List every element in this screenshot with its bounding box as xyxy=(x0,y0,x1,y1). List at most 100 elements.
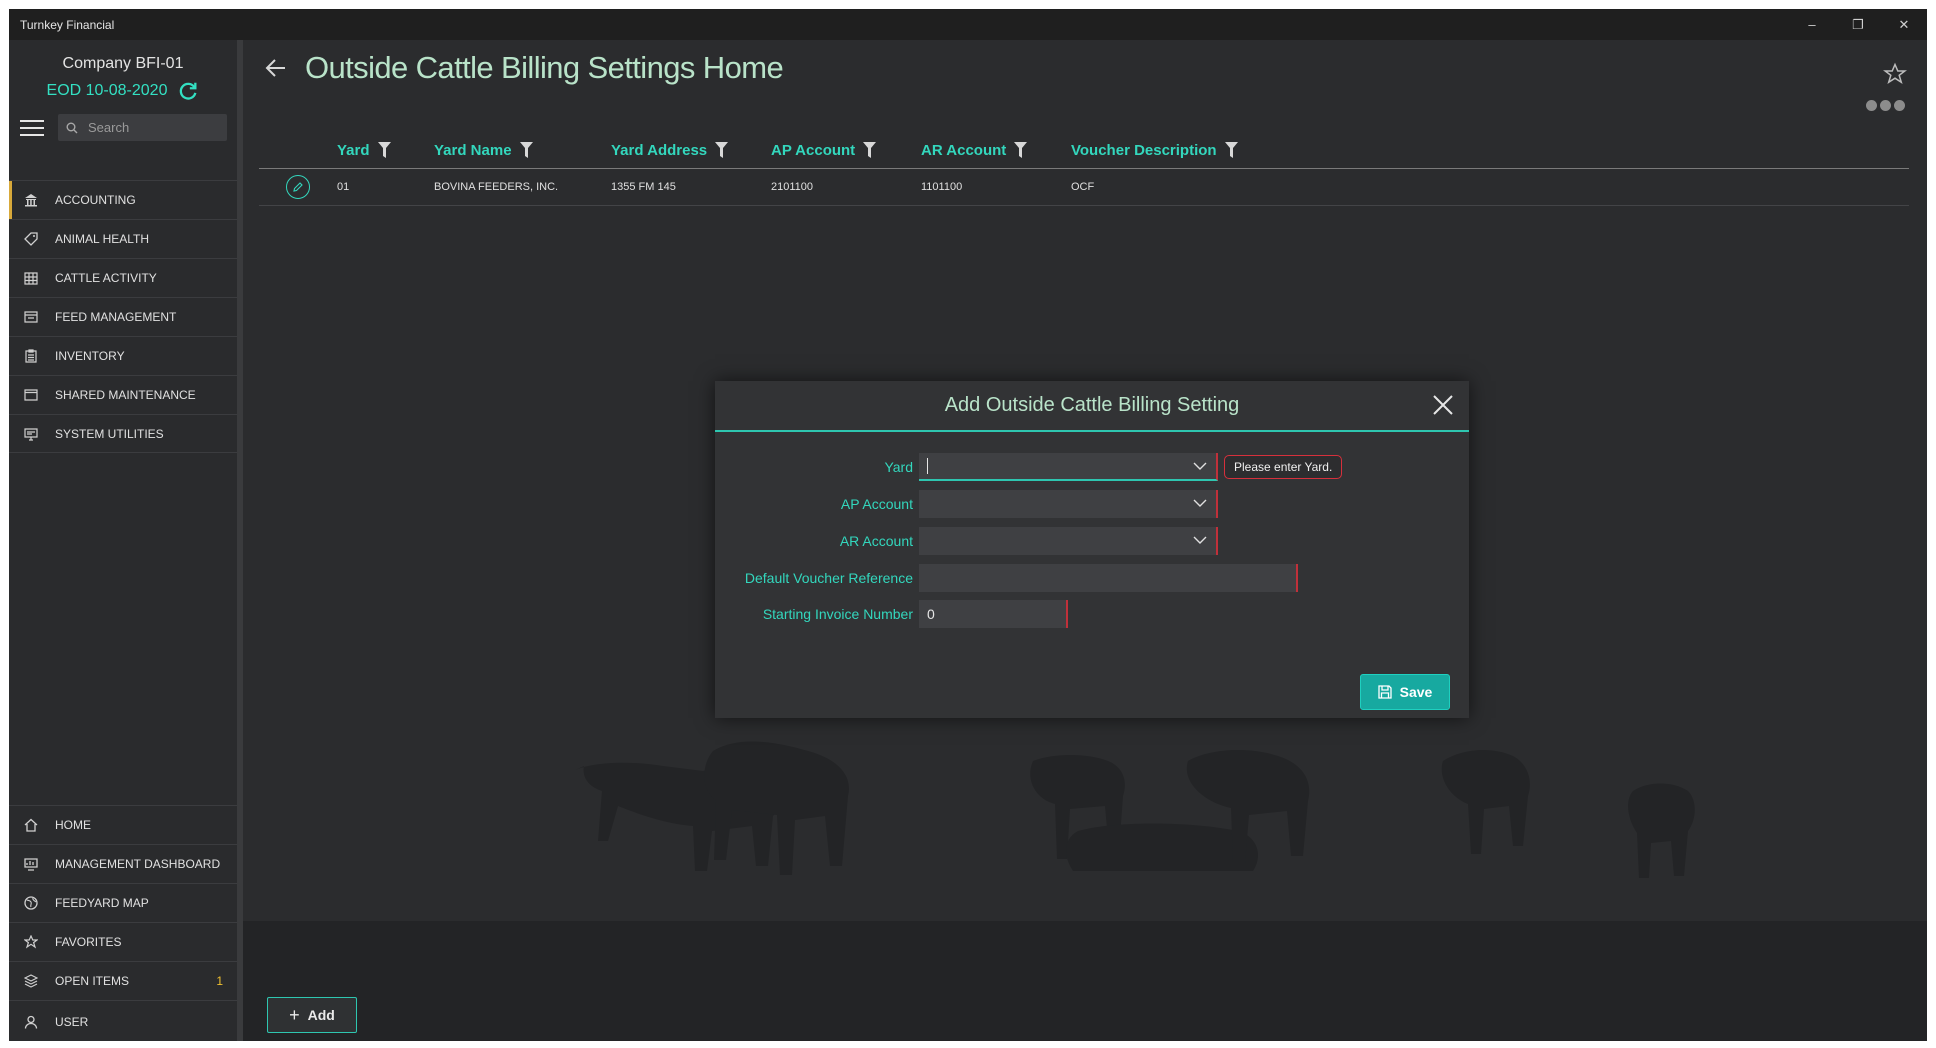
tag-icon xyxy=(23,231,39,247)
sidebar-item-feedyard-map[interactable]: FEEDYARD MAP xyxy=(9,883,237,922)
refresh-icon[interactable] xyxy=(177,80,199,102)
sidebar-item-home[interactable]: HOME xyxy=(9,805,237,844)
column-header-yard[interactable]: Yard xyxy=(337,142,434,159)
app-window: Turnkey Financial – ❐ ✕ Company BFI-01 E… xyxy=(9,9,1927,1041)
edit-pencil-icon[interactable] xyxy=(286,175,310,199)
eod-date: EOD 10-08-2020 xyxy=(46,82,168,99)
sidebar-item-user[interactable]: USER xyxy=(9,1000,237,1041)
plus-icon: + xyxy=(289,1004,300,1025)
save-button[interactable]: Save xyxy=(1360,674,1450,710)
dashboard-icon xyxy=(23,856,39,872)
filter-icon[interactable] xyxy=(519,142,533,158)
filter-icon[interactable] xyxy=(1224,142,1238,158)
sidebar-item-label: MANAGEMENT DASHBOARD xyxy=(55,857,221,871)
filter-icon[interactable] xyxy=(377,142,391,158)
close-window-button[interactable]: ✕ xyxy=(1881,9,1927,40)
column-header-yard-name[interactable]: Yard Name xyxy=(434,142,611,159)
title-bar: Turnkey Financial – ❐ ✕ xyxy=(9,9,1927,40)
column-header-yard-address[interactable]: Yard Address xyxy=(611,142,771,159)
bank-icon xyxy=(23,192,39,208)
table-cell: 2101100 xyxy=(771,181,814,193)
sidebar-item-open-items[interactable]: OPEN ITEMS 1 xyxy=(9,961,237,1000)
favorite-star-icon[interactable] xyxy=(1883,62,1907,86)
table-row: 01 BOVINA FEEDERS, INC. 1355 FM 145 2101… xyxy=(259,169,1909,206)
ap-account-label: AP Account xyxy=(840,496,913,512)
dialog-header: Add Outside Cattle Billing Setting xyxy=(715,381,1469,432)
restore-button[interactable]: ❐ xyxy=(1835,9,1881,40)
column-header-ap-account[interactable]: AP Account xyxy=(771,142,921,159)
minimize-button[interactable]: – xyxy=(1789,9,1835,40)
search-row xyxy=(9,114,237,141)
invoice-number-row: Starting Invoice Number 0 xyxy=(715,600,1068,628)
search-box[interactable] xyxy=(58,114,227,141)
user-icon xyxy=(23,1014,39,1030)
sidebar-item-cattle-activity[interactable]: CATTLE ACTIVITY xyxy=(9,258,237,297)
app-title: Turnkey Financial xyxy=(20,17,115,32)
filter-icon[interactable] xyxy=(1014,142,1028,158)
sidebar-item-label: ANIMAL HEALTH xyxy=(55,232,150,246)
save-disk-icon xyxy=(1377,685,1392,699)
dialog-title: Add Outside Cattle Billing Setting xyxy=(944,394,1240,416)
layers-icon xyxy=(23,973,39,989)
search-icon xyxy=(66,122,78,133)
sidebar-item-system-utilities[interactable]: SYSTEM UTILITIES xyxy=(9,414,237,453)
column-header-ar-account[interactable]: AR Account xyxy=(921,142,1071,159)
sidebar-item-animal-health[interactable]: ANIMAL HEALTH xyxy=(9,219,237,258)
back-arrow-icon[interactable] xyxy=(263,55,289,81)
sidebar-item-label: CATTLE ACTIVITY xyxy=(55,271,157,285)
page-title: Outside Cattle Billing Settings Home xyxy=(305,50,784,85)
more-options-icon[interactable] xyxy=(1866,100,1905,111)
filter-icon[interactable] xyxy=(863,142,877,158)
add-setting-dialog: Add Outside Cattle Billing Setting Yard … xyxy=(715,381,1469,718)
star-icon xyxy=(23,934,39,950)
grid-icon xyxy=(23,270,39,286)
sidebar-item-inventory[interactable]: INVENTORY xyxy=(9,336,237,375)
text-cursor xyxy=(927,458,928,474)
yard-label: Yard xyxy=(884,459,913,475)
ar-account-label: AR Account xyxy=(839,533,913,549)
open-items-badge: 1 xyxy=(216,974,223,988)
hamburger-menu-icon[interactable] xyxy=(20,119,44,136)
sidebar-item-label: OPEN ITEMS xyxy=(55,974,130,988)
chevron-down-icon xyxy=(1193,536,1207,544)
sidebar-item-label: ACCOUNTING xyxy=(55,193,136,207)
table-cell: 1101100 xyxy=(921,181,963,193)
sidebar-item-label: SHARED MAINTENANCE xyxy=(55,388,196,402)
sidebar-item-label: INVENTORY xyxy=(55,349,125,363)
table-cell: 1355 FM 145 xyxy=(611,181,676,193)
invoice-number-label: Starting Invoice Number xyxy=(762,606,913,622)
sidebar-item-shared-maintenance[interactable]: SHARED MAINTENANCE xyxy=(9,375,237,414)
yard-row: Yard Please enter Yard. xyxy=(715,453,1343,481)
globe-icon xyxy=(23,895,39,911)
sidebar-item-label: FEEDYARD MAP xyxy=(55,896,149,910)
invoice-number-input[interactable]: 0 xyxy=(919,600,1068,628)
home-icon xyxy=(23,817,39,833)
sidebar-item-management-dashboard[interactable]: MANAGEMENT DASHBOARD xyxy=(9,844,237,883)
column-header-voucher-description[interactable]: Voucher Description xyxy=(1071,142,1271,159)
ap-account-dropdown[interactable] xyxy=(919,490,1218,518)
page-header: Outside Cattle Billing Settings Home xyxy=(263,50,784,86)
company-name: Company BFI-01 xyxy=(62,55,184,72)
feed-icon xyxy=(23,309,39,325)
table-cell: OCF xyxy=(1071,181,1095,193)
ar-account-dropdown[interactable] xyxy=(919,527,1218,555)
window-controls: – ❐ ✕ xyxy=(1789,9,1927,40)
filter-icon[interactable] xyxy=(715,142,729,158)
close-icon[interactable] xyxy=(1431,393,1455,417)
table-cell: 01 xyxy=(337,181,350,193)
sidebar: Company BFI-01 EOD 10-08-2020 ACCOUNTING xyxy=(9,40,243,1041)
sidebar-item-favorites[interactable]: FAVORITES xyxy=(9,922,237,961)
sidebar-item-label: FAVORITES xyxy=(55,935,122,949)
sidebar-item-label: HOME xyxy=(55,818,91,832)
voucher-reference-input[interactable] xyxy=(919,564,1298,592)
sidebar-item-feed-management[interactable]: FEED MANAGEMENT xyxy=(9,297,237,336)
sidebar-item-accounting[interactable]: ACCOUNTING xyxy=(9,180,237,219)
yard-dropdown[interactable] xyxy=(919,453,1218,481)
sidebar-item-label: FEED MANAGEMENT xyxy=(55,310,177,324)
search-input[interactable] xyxy=(86,119,210,136)
window-icon xyxy=(23,387,39,403)
add-button[interactable]: + Add xyxy=(267,997,357,1033)
monitor-icon xyxy=(23,426,39,442)
ap-account-row: AP Account xyxy=(715,490,1218,518)
eod-row: EOD 10-08-2020 xyxy=(9,80,237,102)
